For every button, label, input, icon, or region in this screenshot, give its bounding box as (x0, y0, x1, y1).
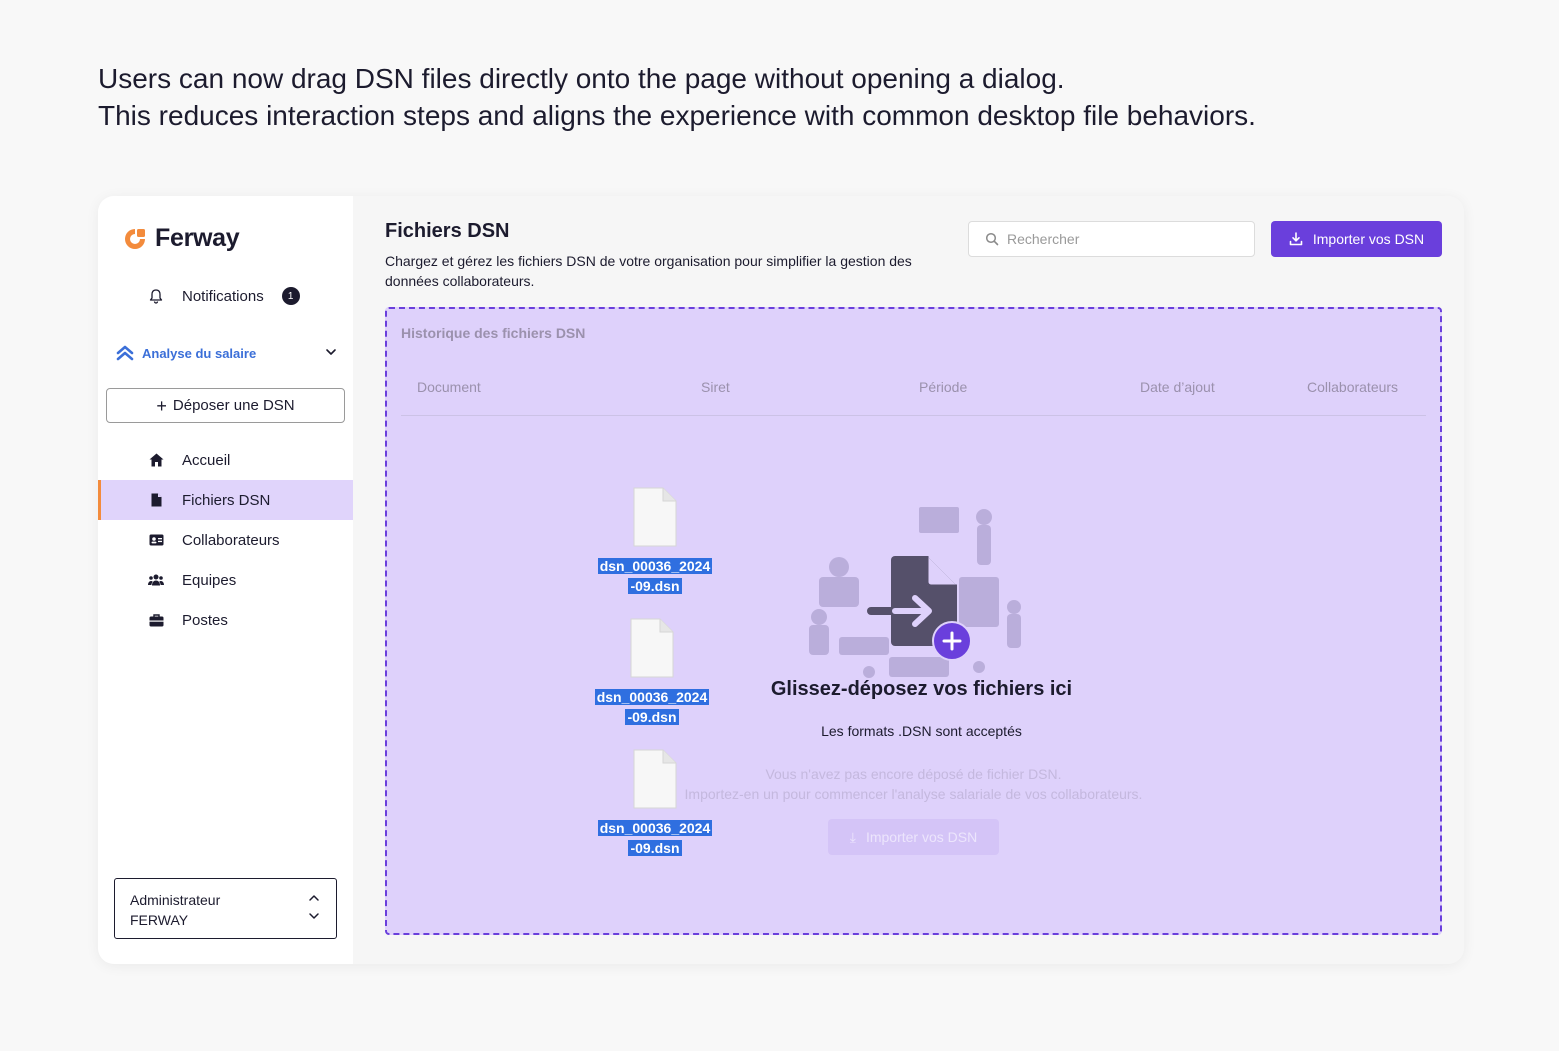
sidebar-item-collaborateurs[interactable]: Collaborateurs (98, 520, 353, 560)
sidebar-item-label: Equipes (182, 571, 237, 589)
sidebar-item-label: Fichiers DSN (182, 491, 271, 509)
bell-icon (149, 289, 163, 304)
file-name-line-1: dsn_00036_2024 (597, 558, 713, 574)
empty-state-import-label: Importer vos DSN (865, 829, 978, 845)
history-title: Historique des fichiers DSN (401, 325, 586, 341)
user-org: FERWAY (130, 912, 189, 928)
page-description: Chargez et gérez les fichiers DSN de vot… (385, 253, 912, 289)
sidebar-item-fichiers-dsn[interactable]: Fichiers DSN (98, 480, 353, 520)
dragged-file-name: dsn_00036_2024 -09.dsn (586, 687, 718, 727)
sidebar-item-label: Accueil (182, 451, 231, 469)
dropzone[interactable]: Historique des fichiers DSN Document Sir… (385, 307, 1442, 935)
logo-text: Ferway (155, 224, 240, 252)
sidebar-item-label: Postes (182, 611, 228, 629)
download-icon (1289, 232, 1303, 246)
plus-icon: + (156, 395, 167, 416)
empty-state-line-2: Importez-en un pour commencer l'analyse … (684, 786, 1143, 802)
user-switcher[interactable]: Administrateur FERWAY (114, 878, 337, 939)
file-name-line-2: -09.dsn (628, 578, 682, 594)
empty-state-line-1: Vous n'avez pas encore déposé de fichier… (765, 766, 1062, 782)
chevron-down-icon (309, 913, 319, 919)
dragged-file[interactable]: dsn_00036_2024 -09.dsn (585, 487, 725, 596)
ferway-logo-icon (125, 228, 145, 249)
home-icon (148, 452, 164, 468)
column-header: Siret (701, 379, 730, 395)
search-box[interactable] (968, 221, 1255, 257)
import-dsn-button[interactable]: Importer vos DSN (1271, 221, 1442, 257)
file-name-line-2: -09.dsn (625, 709, 679, 725)
chevron-down-icon[interactable] (324, 345, 338, 359)
file-icon (148, 492, 164, 508)
dragged-file-name: dsn_00036_2024 -09.dsn (589, 818, 721, 858)
chevrons-up-icon (116, 345, 134, 361)
dropzone-subtitle: Les formats .DSN sont acceptés (821, 723, 1022, 739)
download-icon: ⤓ (849, 828, 856, 845)
dragged-file-name: dsn_00036_2024 -09.dsn (589, 556, 721, 596)
document-icon (633, 487, 677, 547)
chevron-up-icon (309, 895, 319, 901)
column-header: Date d’ajout (1140, 379, 1215, 395)
dropzone-title: Glissez-déposez vos fichiers ici (770, 678, 1073, 700)
dragged-file[interactable]: dsn_00036_2024 -09.dsn (585, 749, 725, 858)
sidebar-item-label: Collaborateurs (182, 531, 280, 549)
section-label: Analyse du salaire (142, 345, 257, 361)
file-name-line-2: -09.dsn (628, 840, 682, 856)
app-window: Ferway Notifications 1 Analyse du salair… (98, 196, 1464, 964)
briefcase-icon (148, 612, 164, 628)
intro-text: Users can now drag DSN files directly on… (98, 60, 1256, 134)
deposit-dsn-button[interactable]: + Déposer une DSN (106, 388, 345, 423)
column-header: Période (919, 379, 968, 395)
file-name-line-1: dsn_00036_2024 (594, 689, 710, 705)
team-icon (148, 572, 164, 588)
notifications-label: Notifications (182, 287, 264, 305)
empty-state-import-button: ⤓ Importer vos DSN (828, 819, 999, 855)
sidebar-nav: Accueil Fichiers DSN Collaborateurs Equi… (98, 440, 353, 640)
user-role: Administrateur (130, 892, 221, 908)
section-analyse-salaire[interactable]: Analyse du salaire (116, 342, 338, 364)
search-input[interactable] (1007, 231, 1247, 247)
notifications-link[interactable]: Notifications 1 (148, 284, 300, 308)
main-content: Fichiers DSN Chargez et gérez les fichie… (353, 196, 1464, 964)
history-table-header: Document Siret Période Date d’ajout Coll… (401, 379, 1426, 416)
notifications-badge: 1 (281, 287, 300, 305)
sidebar-item-equipes[interactable]: Equipes (98, 560, 353, 600)
sidebar-item-accueil[interactable]: Accueil (98, 440, 353, 480)
empty-state-text: Vous n'avez pas encore déposé de fichier… (387, 764, 1440, 804)
intro-line-2: This reduces interaction steps and align… (98, 100, 1256, 131)
sidebar-item-postes[interactable]: Postes (98, 600, 353, 640)
user-switcher-chevrons (308, 893, 320, 921)
page-title: Fichiers DSN (385, 220, 510, 242)
file-import-icon (867, 556, 972, 661)
document-icon (633, 749, 677, 809)
dragged-file[interactable]: dsn_00036_2024 -09.dsn (582, 618, 722, 727)
logo[interactable]: Ferway (123, 224, 240, 253)
file-name-line-1: dsn_00036_2024 (597, 820, 713, 836)
import-dsn-label: Importer vos DSN (1312, 231, 1425, 247)
sidebar: Ferway Notifications 1 Analyse du salair… (98, 196, 353, 964)
document-icon (630, 618, 674, 678)
column-header: Collaborateurs (1307, 379, 1399, 395)
search-icon (985, 232, 999, 246)
column-header: Document (417, 379, 481, 395)
id-card-icon (148, 532, 164, 548)
intro-line-1: Users can now drag DSN files directly on… (98, 63, 1065, 94)
deposit-dsn-label: Déposer une DSN (172, 397, 295, 414)
